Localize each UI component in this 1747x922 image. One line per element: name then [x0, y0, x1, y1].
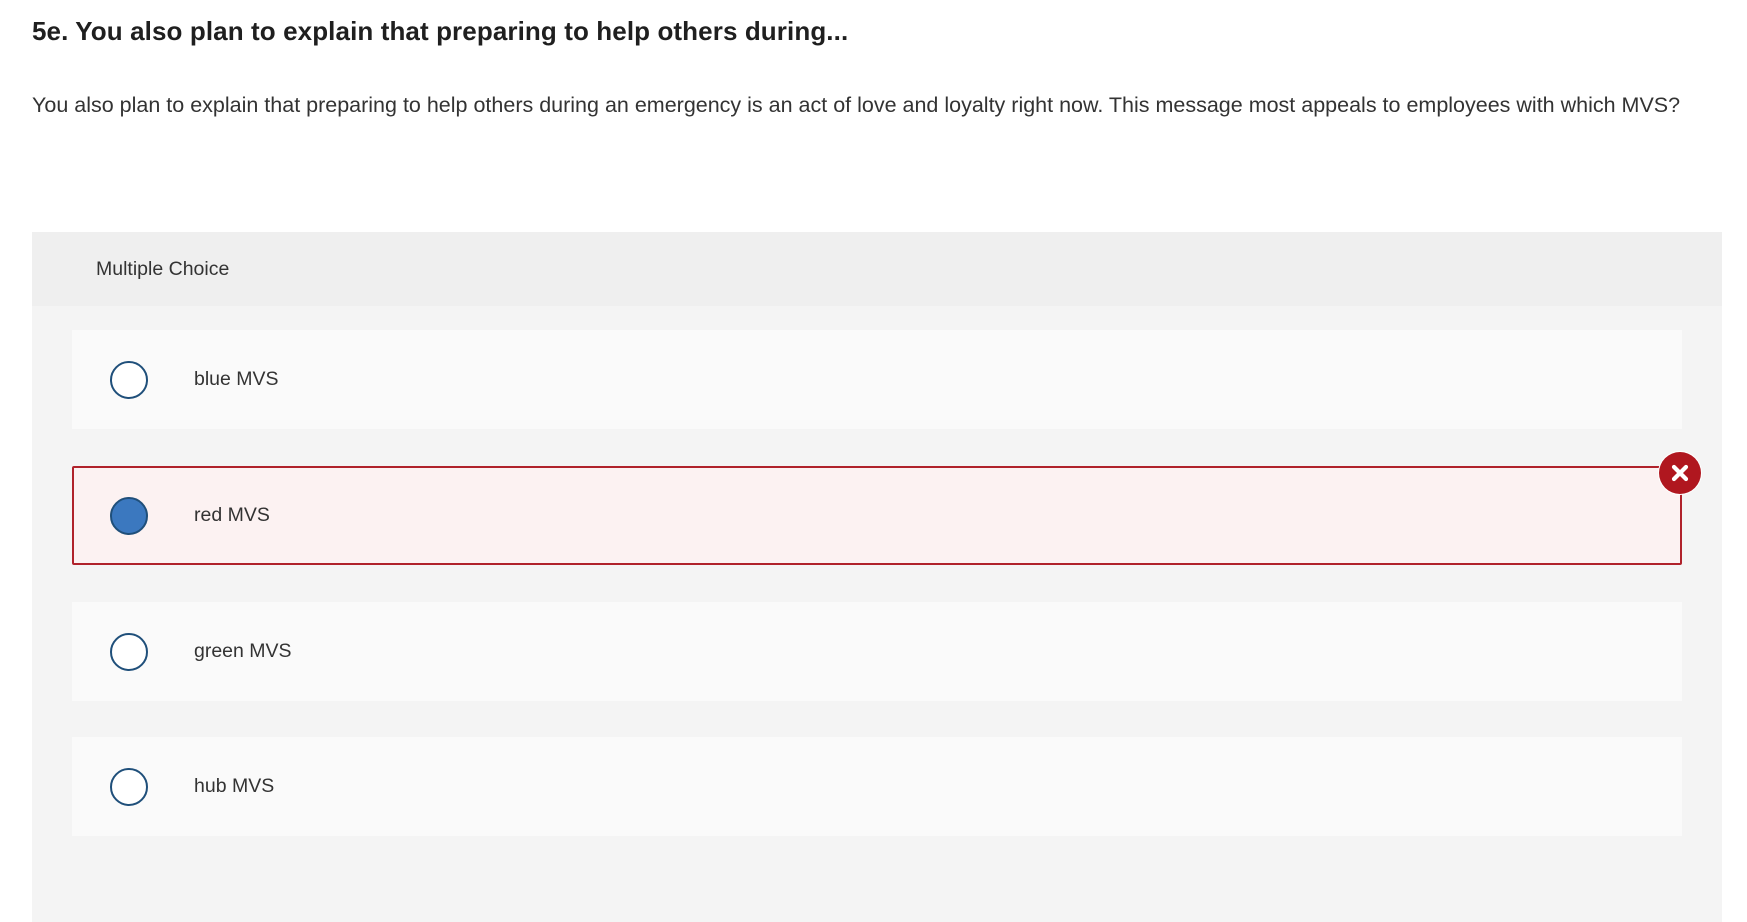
radio-button[interactable] — [110, 767, 148, 806]
choice-green-mvs[interactable]: green MVS — [72, 602, 1682, 701]
question-title: 5e. You also plan to explain that prepar… — [32, 16, 849, 46]
choice-label: blue MVS — [194, 368, 279, 390]
choice-blue-mvs[interactable]: blue MVS — [72, 330, 1682, 429]
choice-red-mvs[interactable]: red MVS — [72, 452, 1701, 565]
choice-label: red MVS — [194, 504, 270, 526]
radio-button-selected[interactable] — [110, 496, 148, 535]
choice-label: green MVS — [194, 640, 292, 662]
radio-button[interactable] — [110, 632, 148, 671]
choice-label: hub MVS — [194, 775, 275, 797]
radio-button[interactable] — [110, 360, 148, 399]
multiple-choice-panel: Multiple Choice blue MVS red MVS green M… — [32, 232, 1722, 922]
choice-hub-mvs[interactable]: hub MVS — [72, 737, 1682, 836]
question-page: 5e. You also plan to explain that prepar… — [32, 0, 1722, 922]
question-prompt: You also plan to explain that preparing … — [32, 93, 1681, 117]
x-circle-icon — [1659, 452, 1701, 494]
multiple-choice-header: Multiple Choice — [32, 232, 1722, 306]
